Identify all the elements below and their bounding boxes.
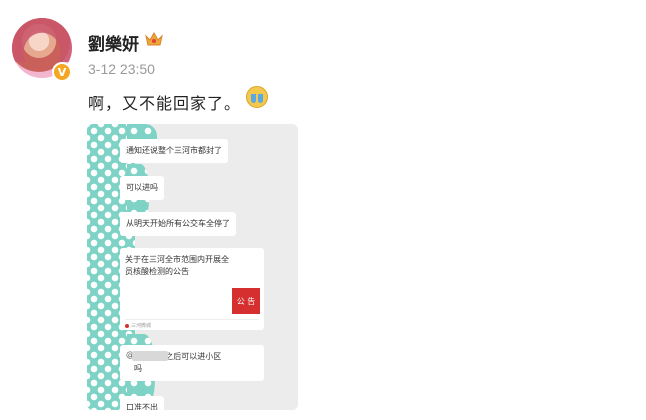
chat-message: 从明天开始所有公交车全停了 [120,212,236,236]
crown-level-icon[interactable] [144,30,164,48]
username-link[interactable]: 劉樂妍 [88,30,139,55]
source-icon [125,323,129,328]
crying-emoji-icon [246,86,268,108]
chat-message: 口准不出 [120,396,164,410]
notice-source-label: 三河微城 [131,323,152,329]
notice-title: 关于在三河全市范围内开展全员核酸检测的公告 [125,255,229,276]
post-timestamp[interactable]: 3-12 23:50 [88,61,155,77]
chat-message: 可以进吗 [120,176,164,200]
redacted-patch [132,351,168,361]
weibo-post: V 劉樂妍 3-12 23:50 啊，又不能回家了。 通知还说整个三河市都封了 … [0,0,646,420]
divider [125,319,259,320]
chat-message: 通知还说整个三河市都封了 [120,139,228,163]
notice-badge: 公 告 [232,288,260,314]
post-text: 啊，又不能回家了。 [88,94,242,113]
post-image[interactable]: 通知还说整个三河市都封了 可以进吗 从明天开始所有公交车全停了 关于在三河全市范… [87,124,298,410]
notice-source: 三河微城 [125,322,151,329]
verified-v-icon: V [52,62,72,82]
avatar-image [12,18,72,62]
notice-card: 关于在三河全市范围内开展全员核酸检测的公告 公 告 三河微城 [120,248,264,330]
